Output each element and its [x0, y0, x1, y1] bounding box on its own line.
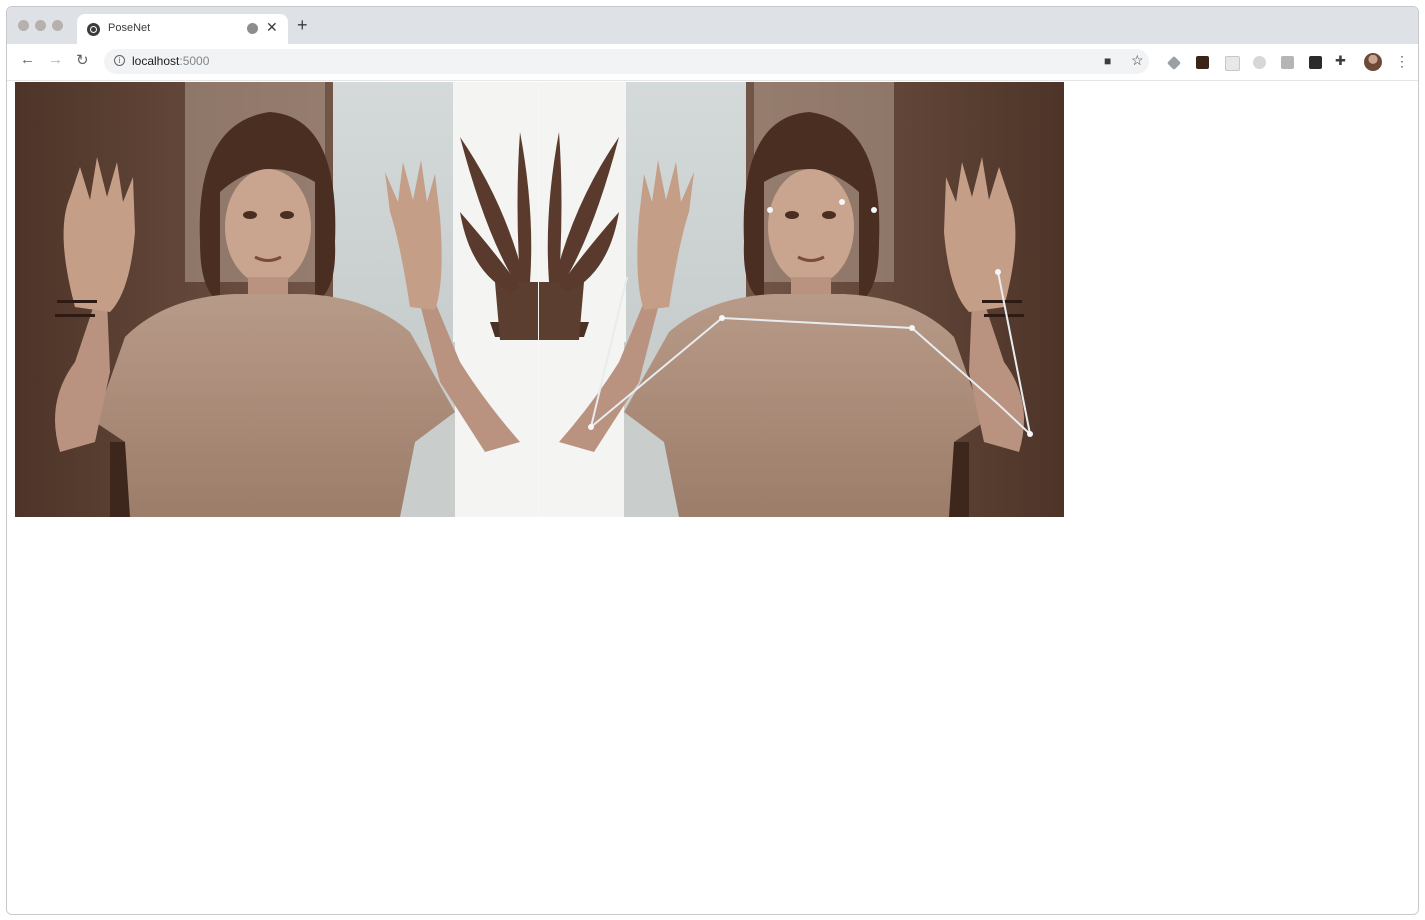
url-text[interactable]: localhost:5000	[132, 54, 209, 68]
keypoint-right-ear	[767, 207, 773, 213]
favicon-icon	[87, 23, 100, 36]
minimize-window-dot[interactable]	[35, 20, 46, 31]
keypoint-left-wrist	[995, 269, 1001, 275]
keypoint-right-elbow	[588, 424, 594, 430]
tab-media-icon[interactable]	[247, 23, 258, 34]
posenet-canvas	[15, 82, 1064, 517]
forward-arrow-icon[interactable]: →	[48, 51, 63, 68]
new-tab-button[interactable]: +	[297, 15, 308, 36]
extension-calendar-icon[interactable]	[1281, 56, 1294, 69]
video-frames	[15, 82, 1064, 517]
back-arrow-icon[interactable]: ←	[20, 51, 35, 68]
puzzle-icon[interactable]: ✚	[1335, 53, 1346, 69]
camera-indicator-icon[interactable]: ■	[1104, 54, 1111, 68]
keypoint-right-shoulder	[719, 315, 725, 321]
address-bar[interactable]: i localhost:5000 ■ ☆	[104, 49, 1149, 74]
keypoint-left-eye	[839, 199, 845, 205]
extension-diamond-icon[interactable]	[1166, 55, 1182, 71]
extension-circle-icon[interactable]	[1253, 56, 1266, 69]
left-video-frame	[15, 82, 541, 517]
url-host: localhost	[132, 54, 180, 68]
keypoint-left-elbow	[1027, 431, 1033, 437]
keypoint-left-ear	[871, 207, 877, 213]
more-vert-icon[interactable]: ⋮	[1395, 53, 1409, 70]
star-icon[interactable]: ☆	[1131, 52, 1144, 69]
extension-blank-icon[interactable]	[1225, 56, 1240, 71]
page-viewport	[7, 81, 1418, 914]
browser-window: PoseNet ✕ + ← → ↻ i localhost:5000 ■ ☆ ✚…	[6, 6, 1419, 915]
extension-bookmark-icon[interactable]	[1309, 56, 1322, 69]
tab-posenet[interactable]: PoseNet ✕	[77, 14, 288, 44]
info-icon[interactable]: i	[114, 55, 125, 66]
profile-avatar[interactable]	[1364, 53, 1382, 71]
browser-toolbar: ← → ↻ i localhost:5000 ■ ☆ ✚ ⋮	[7, 44, 1418, 81]
maximize-window-dot[interactable]	[52, 20, 63, 31]
extension-dark-icon[interactable]	[1196, 56, 1209, 69]
right-video-frame	[539, 82, 1064, 517]
tab-title: PoseNet	[108, 22, 151, 34]
reload-icon[interactable]: ↻	[76, 51, 89, 69]
close-tab-icon[interactable]: ✕	[266, 19, 278, 36]
url-port: :5000	[179, 54, 210, 68]
keypoint-left-shoulder	[909, 325, 915, 331]
close-window-dot[interactable]	[18, 20, 29, 31]
tab-strip: PoseNet ✕ +	[7, 7, 1418, 44]
